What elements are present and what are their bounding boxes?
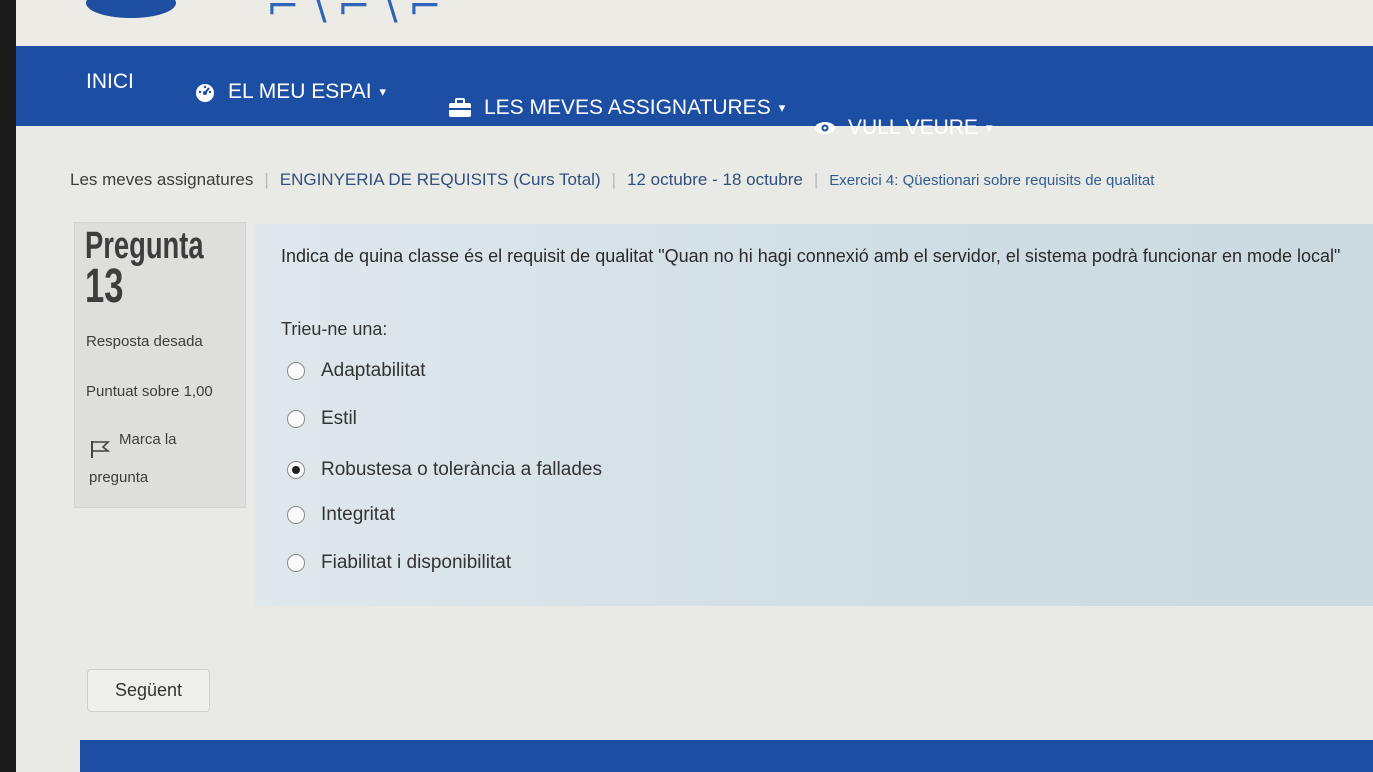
answer-option[interactable]: Integritat bbox=[287, 504, 395, 526]
breadcrumb-item[interactable]: Exercici 4: Qüestionari sobre requisits … bbox=[829, 172, 1154, 189]
main-navbar: INICI EL MEU ESPAI ▾ LES MEVES ASSIGNATU… bbox=[16, 46, 1373, 139]
answer-option-label: Fiabilitat i disponibilitat bbox=[321, 552, 512, 573]
nav-item-les-meves-assignatures[interactable]: LES MEVES ASSIGNATURES ▾ bbox=[448, 96, 785, 120]
radio-dot-icon bbox=[292, 466, 300, 474]
nav-item-label: LES MEVES ASSIGNATURES bbox=[484, 96, 771, 119]
eye-icon bbox=[814, 121, 836, 135]
question-info-panel: Pregunta 13 Resposta desada Puntuat sobr… bbox=[74, 222, 246, 508]
chevron-down-icon: ▾ bbox=[778, 100, 786, 115]
flag-label-line1: Marca la bbox=[119, 431, 177, 448]
answer-option-label: Adaptabilitat bbox=[321, 360, 426, 381]
nav-item-label: VULL VEURE bbox=[848, 116, 978, 139]
answer-option-label: Estil bbox=[321, 408, 357, 429]
chevron-down-icon: ▾ bbox=[379, 84, 387, 99]
radio-button[interactable] bbox=[287, 506, 305, 524]
question-number: 13 bbox=[85, 260, 124, 313]
answer-option-label: Robustesa o tolerància a fallades bbox=[321, 459, 602, 480]
answer-option-selected[interactable]: Robustesa o tolerància a fallades bbox=[287, 459, 602, 481]
breadcrumb-item[interactable]: ENGINYERIA DE REQUISITS (Curs Total) bbox=[280, 170, 601, 190]
footer-bar bbox=[80, 740, 1373, 772]
nav-item-vull-veure[interactable]: VULL VEURE ▾ bbox=[814, 116, 992, 140]
radio-button[interactable] bbox=[287, 554, 305, 572]
breadcrumb-separator: | bbox=[813, 170, 819, 189]
site-header: ⌐∖⌐∖⌐ bbox=[16, 0, 1373, 46]
question-text: Indica de quina classe és el requisit de… bbox=[281, 246, 1341, 266]
question-grade: Puntuat sobre 1,00 bbox=[86, 383, 213, 400]
radio-button-checked[interactable] bbox=[287, 461, 305, 479]
flag-label-line2: pregunta bbox=[89, 469, 149, 486]
answer-option[interactable]: Fiabilitat i disponibilitat bbox=[287, 552, 511, 574]
site-logo bbox=[86, 0, 176, 18]
dashboard-icon bbox=[194, 81, 216, 103]
answer-prompt: Trieu-ne una: bbox=[281, 319, 388, 339]
breadcrumb-item[interactable]: Les meves assignatures bbox=[70, 170, 253, 190]
breadcrumb-separator: | bbox=[264, 170, 269, 189]
flag-icon bbox=[89, 439, 111, 464]
breadcrumb: Les meves assignatures | ENGINYERIA DE R… bbox=[70, 170, 1154, 190]
nav-item-label: EL MEU ESPAI bbox=[228, 80, 372, 103]
breadcrumb-item[interactable]: 12 octubre - 18 octubre bbox=[627, 170, 803, 190]
radio-button[interactable] bbox=[287, 410, 305, 428]
radio-button[interactable] bbox=[287, 362, 305, 380]
answer-option-label: Integritat bbox=[321, 504, 395, 525]
breadcrumb-separator: | bbox=[611, 170, 617, 189]
answer-option[interactable]: Adaptabilitat bbox=[287, 360, 426, 382]
question-content: Indica de quina classe és el requisit de… bbox=[255, 224, 1373, 606]
nav-item-label: INICI bbox=[86, 70, 134, 93]
chevron-down-icon: ▾ bbox=[985, 120, 993, 135]
nav-item-inici[interactable]: INICI bbox=[86, 70, 134, 94]
question-status: Resposta desada bbox=[86, 333, 203, 350]
briefcase-icon bbox=[448, 98, 472, 118]
screen-bezel bbox=[0, 0, 16, 772]
next-button[interactable]: Següent bbox=[87, 669, 210, 712]
nav-item-el-meu-espai[interactable]: EL MEU ESPAI ▾ bbox=[194, 80, 386, 104]
site-logo-script: ⌐∖⌐∖⌐ bbox=[266, 0, 448, 30]
answer-option[interactable]: Estil bbox=[287, 408, 357, 430]
